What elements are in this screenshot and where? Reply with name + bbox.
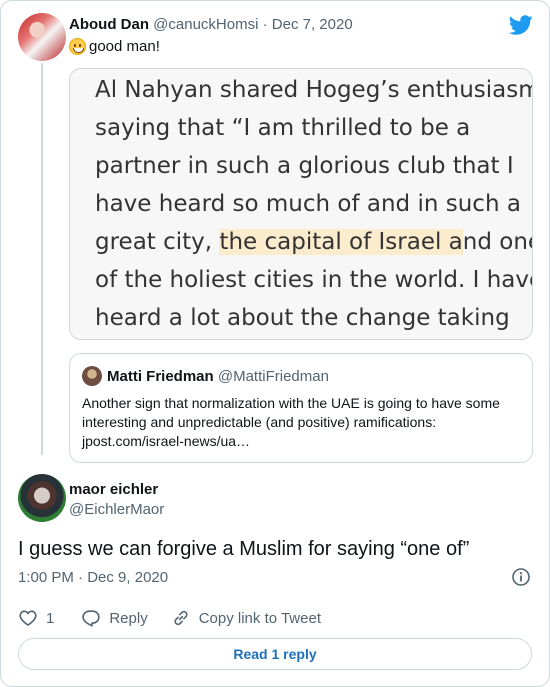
parent-tweet-text: good man! [69,38,160,55]
parent-tweet-body: good man! [89,38,160,55]
tweet-media-image[interactable]: Al Nahyan shared Hogeg’s enthusiasm, say… [69,68,533,340]
reply-author-handle[interactable]: @EichlerMaor [69,501,164,518]
reply-label: Reply [109,609,148,627]
image-line-part: great city, [95,229,220,255]
info-icon[interactable] [511,567,531,587]
quoted-author-avatar [82,366,102,386]
highlighted-phrase: the capital of Israel a [219,229,463,255]
thread-line [41,63,43,455]
image-line: Al Nahyan shared Hogeg’s enthusiasm, [95,77,533,103]
like-button[interactable]: 1 [18,608,54,628]
image-line: partner in such a glorious club that I [95,153,514,179]
reply-timestamp[interactable]: 1:00 PM · Dec 9, 2020 [18,569,168,586]
reply-tweet-text: I guess we can forgive a Muslim for sayi… [18,538,470,560]
image-line: heard a lot about the change taking [95,305,510,331]
image-line: of the holiest cities in the world. I ha… [95,267,533,293]
quoted-author-handle: @MattiFriedman [217,368,329,385]
separator-dot: · [262,16,268,33]
reply-date: Dec 9, 2020 [87,569,169,586]
link-icon [174,610,188,626]
parent-tweet-date[interactable]: Dec 7, 2020 [272,16,353,33]
reply-author-avatar[interactable] [18,474,66,522]
parent-author-line: Aboud Dan @canuckHomsi · Dec 7, 2020 [69,16,353,33]
copy-link-button[interactable]: Copy link to Tweet [171,608,321,628]
like-count: 1 [46,609,55,627]
heart-icon [19,610,37,626]
image-line: saying that “I am thrilled to be a [95,115,471,141]
image-line-part: nd one [462,229,532,255]
parent-author-handle[interactable]: @canuckHomsi [153,16,258,33]
read-replies-button[interactable]: Read 1 reply [18,638,532,670]
reply-time: 1:00 PM [18,569,74,586]
parent-author-avatar[interactable] [18,13,66,61]
separator-dot: · [78,569,84,586]
reply-button[interactable]: Reply [81,608,148,628]
quoted-tweet[interactable]: Matti Friedman @MattiFriedman Another si… [69,353,533,463]
quoted-author-name: Matti Friedman [107,368,214,385]
copy-link-label: Copy link to Tweet [198,609,321,627]
quoted-tweet-text: Another sign that normalization with the… [82,395,500,449]
parent-author-name[interactable]: Aboud Dan [69,16,149,33]
twitter-bird-icon[interactable] [509,13,533,37]
image-line-highlighted: great city, the capital of Israel and on… [95,223,532,261]
grinning-face-emoji [69,38,86,55]
quoted-author-line: Matti Friedman @MattiFriedman [107,368,329,385]
tweet-actions: 1 Reply Copy link to Tweet [18,606,321,630]
reply-icon [82,610,100,627]
reply-author-name[interactable]: maor eichler [69,481,158,498]
image-text-block: Al Nahyan shared Hogeg’s enthusiasm, say… [95,71,533,337]
image-line: have heard so much of and in such a [95,191,521,217]
